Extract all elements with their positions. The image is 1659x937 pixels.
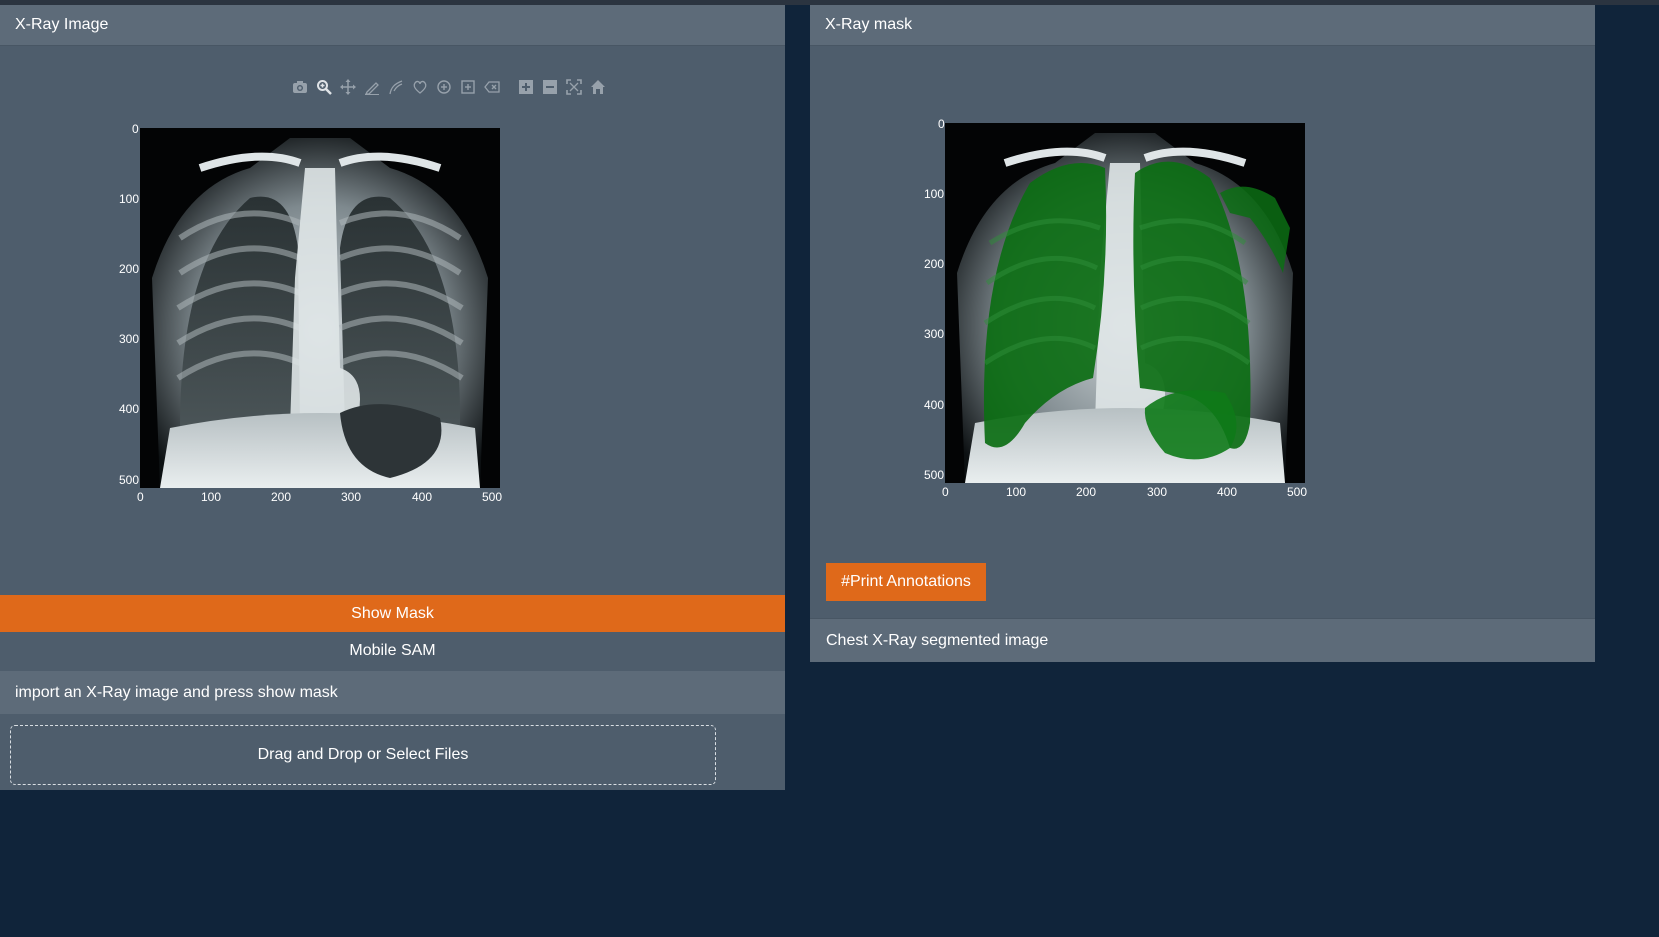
instruction-text: import an X-Ray image and press show mas… bbox=[0, 671, 785, 714]
x-tick: 500 bbox=[482, 490, 503, 504]
mobile-sam-option[interactable]: Mobile SAM bbox=[0, 632, 785, 670]
reset-axes-icon[interactable] bbox=[590, 79, 606, 95]
y-tick: 500 bbox=[924, 468, 945, 482]
draw-circle-icon[interactable] bbox=[436, 79, 452, 95]
y-tick: 100 bbox=[924, 187, 945, 201]
x-tick: 400 bbox=[412, 490, 433, 504]
show-mask-button[interactable]: Show Mask bbox=[0, 595, 785, 632]
y-tick: 200 bbox=[924, 257, 945, 271]
file-upload-dropzone[interactable]: Drag and Drop or Select Files bbox=[10, 725, 716, 785]
y-tick: 200 bbox=[119, 262, 140, 276]
x-tick: 400 bbox=[1217, 485, 1238, 499]
xray-mask-card: X-Ray mask 0 100 200 300 400 500 0 100 2… bbox=[810, 5, 1595, 662]
x-tick: 300 bbox=[341, 490, 362, 504]
draw-closed-path-icon[interactable] bbox=[412, 79, 428, 95]
y-tick: 100 bbox=[119, 192, 140, 206]
xray-image bbox=[140, 128, 500, 488]
zoom-out-icon[interactable] bbox=[542, 79, 558, 95]
autoscale-icon[interactable] bbox=[566, 79, 582, 95]
draw-open-path-icon[interactable] bbox=[388, 79, 404, 95]
xray-image-card: X-Ray Image 0 100 200 300 400 500 0 100 … bbox=[0, 5, 785, 790]
draw-line-icon[interactable] bbox=[364, 79, 380, 95]
segmented-image-caption: Chest X-Ray segmented image bbox=[810, 618, 1595, 662]
xray-image-card-title: X-Ray Image bbox=[0, 5, 785, 46]
x-tick: 200 bbox=[271, 490, 292, 504]
y-tick: 0 bbox=[938, 117, 945, 131]
xray-mask-image bbox=[945, 123, 1305, 483]
y-tick: 0 bbox=[132, 122, 139, 136]
y-tick: 300 bbox=[119, 332, 140, 346]
xray-mask-card-title: X-Ray mask bbox=[810, 5, 1595, 46]
x-tick: 0 bbox=[942, 485, 949, 499]
camera-icon[interactable] bbox=[292, 79, 308, 95]
x-tick: 500 bbox=[1287, 485, 1308, 499]
print-annotations-button[interactable]: #Print Annotations bbox=[826, 563, 986, 601]
y-tick: 300 bbox=[924, 327, 945, 341]
x-tick: 100 bbox=[1006, 485, 1027, 499]
x-tick: 200 bbox=[1076, 485, 1097, 499]
zoom-icon[interactable] bbox=[316, 79, 332, 95]
xray-mask-plot[interactable] bbox=[910, 115, 1310, 505]
plot-modebar bbox=[292, 77, 614, 97]
xray-image-plot[interactable] bbox=[108, 123, 508, 513]
y-tick: 500 bbox=[119, 473, 140, 487]
x-tick: 0 bbox=[137, 490, 144, 504]
y-tick: 400 bbox=[924, 398, 945, 412]
draw-rect-icon[interactable] bbox=[460, 79, 476, 95]
x-tick: 100 bbox=[201, 490, 222, 504]
y-tick: 400 bbox=[119, 402, 140, 416]
x-tick: 300 bbox=[1147, 485, 1168, 499]
erase-shape-icon[interactable] bbox=[484, 79, 500, 95]
pan-icon[interactable] bbox=[340, 79, 356, 95]
zoom-in-icon[interactable] bbox=[518, 79, 534, 95]
